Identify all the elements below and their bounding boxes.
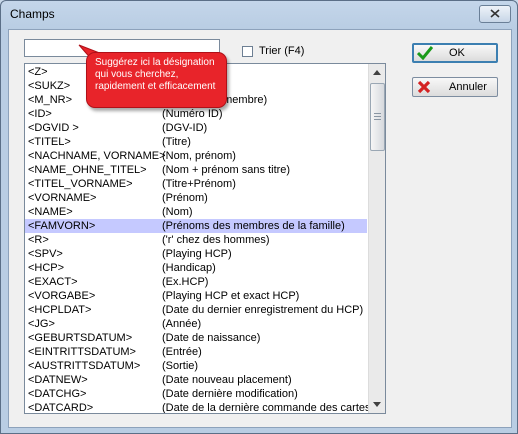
list-item[interactable]: <GEBURTSDATUM> (Date de naissance) [25,331,367,345]
field-code: <VORNAME> [28,192,97,204]
ok-button-label: OK [449,47,465,59]
field-description: (Prénom) [162,192,208,204]
field-code: <DGVID > [28,122,79,134]
field-code: <TITEL> [28,136,71,148]
hint-tooltip: Suggérez ici la désignation qui vous che… [86,52,227,108]
field-code: <SPV> [28,248,63,260]
field-code: <M_NR> [28,94,73,106]
field-description: (Sortie) [162,360,199,372]
list-item[interactable]: <EXACT> (Ex.HCP) [25,275,367,289]
title-bar[interactable]: Champs [1,1,517,27]
cancel-button-label: Annuler [449,81,487,93]
list-item[interactable]: <HCPLDAT> (Date du dernier enregistrement… [25,303,367,317]
cancel-button[interactable]: Annuler [412,77,498,97]
scroll-grip-line [374,113,381,114]
field-code: <SUKZ> [28,80,71,92]
list-item[interactable]: <VORNAME> (Prénom) [25,191,367,205]
list-item[interactable]: <R> ('r' chez des hommes) [25,233,367,247]
scroll-up-button[interactable] [369,64,385,81]
field-description: (Date nouveau placement) [162,374,292,386]
list-item[interactable]: <JG> (Année) [25,317,367,331]
sort-checkbox-label[interactable]: Trier (F4) [259,45,304,57]
list-item[interactable]: <NAME_OHNE_TITEL> (Nom + prénom sans titr… [25,163,367,177]
list-item[interactable]: <SPV> (Playing HCP) [25,247,367,261]
field-description: (Nom) [162,206,193,218]
green-check-icon [416,46,434,63]
close-button[interactable] [479,5,511,23]
list-item[interactable]: <TITEL> (Titre) [25,135,367,149]
field-description: (Handicap) [162,262,216,274]
list-item[interactable]: <TITEL_VORNAME> (Titre+Prénom) [25,177,367,191]
field-description: (Date dernière modification) [162,388,298,400]
field-description: (DGV-ID) [162,122,208,134]
field-description: (Numéro ID) [162,108,223,120]
field-code: <AUSTRITTSDATUM> [28,360,141,372]
field-description: (Date du dernier enregistrement du HCP) [162,304,364,316]
field-code: <JG> [28,318,55,330]
field-code: <DATNEW> [28,374,88,386]
dialog-body: Trier (F4) <Z>(Ligne)<SUKZ><M_NR>(Numéro… [8,29,512,428]
field-description: (Année) [162,318,202,330]
field-code: <ID> [28,108,52,120]
field-description: (Titre) [162,136,191,148]
scroll-grip-line [374,119,381,120]
list-item[interactable]: <DGVID > (DGV-ID) [25,121,367,135]
vertical-scrollbar[interactable] [368,64,385,413]
scroll-down-button[interactable] [369,396,385,413]
field-description: (Ex.HCP) [162,276,209,288]
field-description: (Titre+Prénom) [162,178,236,190]
field-code: <GEBURTSDATUM> [28,332,133,344]
list-item[interactable]: <AUSTRITTSDATUM> (Sortie) [25,359,367,373]
field-description: (Nom + prénom sans titre) [162,164,291,176]
field-code: <NAME_OHNE_TITEL> [28,164,147,176]
field-code: <NACHNAME, VORNAME> [28,150,166,162]
list-item[interactable]: <NAME> (Nom) [25,205,367,219]
field-code: <FAMVORN> [28,220,96,232]
arrow-up-icon [373,70,381,75]
close-icon [490,9,500,18]
field-description: (Date de naissance) [162,332,261,344]
field-code: <HCP> [28,262,65,274]
arrow-down-icon [373,402,381,407]
scroll-thumb[interactable] [370,83,385,151]
field-code: <TITEL_VORNAME> [28,178,133,190]
field-description: (Nom, prénom) [162,150,236,162]
field-code: <NAME> [28,206,73,218]
field-code: <DATCHG> [28,388,87,400]
list-item[interactable]: <VORGABE> (Playing HCP et exact HCP) [25,289,367,303]
champs-dialog: Champs Trier (F4) <Z>(Ligne)<SUKZ><M_NR>… [0,0,518,434]
ok-button[interactable]: OK [412,43,498,63]
field-description: (Entrée) [162,346,202,358]
sort-checkbox[interactable] [242,46,253,57]
field-description: ('r' chez des hommes) [162,234,270,246]
red-x-icon [417,80,431,97]
field-description: (Playing HCP et exact HCP) [162,290,300,302]
field-code: <EXACT> [28,276,78,288]
list-item[interactable]: <ID> (Numéro ID) [25,107,367,121]
list-item[interactable]: <HCP> (Handicap) [25,261,367,275]
field-code: <R> [28,234,49,246]
field-code: <DATCARD> [28,402,94,414]
list-item[interactable]: <FAMVORN> (Prénoms des membres de la fami… [25,219,367,233]
field-description: (Prénoms des membres de la famille) [162,220,345,232]
list-item[interactable]: <DATCHG> (Date dernière modification) [25,387,367,401]
list-item[interactable]: <EINTRITTSDATUM> (Entrée) [25,345,367,359]
window-title: Champs [10,7,55,21]
list-item[interactable]: <DATNEW> (Date nouveau placement) [25,373,367,387]
field-code: <VORGABE> [28,290,96,302]
scroll-grip-line [374,116,381,117]
field-code: <EINTRITTSDATUM> [28,346,136,358]
field-description: (Playing HCP) [162,248,232,260]
field-description: (Date de la dernière commande des cartes… [162,402,375,414]
field-list[interactable]: <Z>(Ligne)<SUKZ><M_NR>(Numéro de membre)… [24,63,386,414]
list-item[interactable]: <DATCARD> (Date de la dernière commande d… [25,401,374,414]
field-code: <HCPLDAT> [28,304,92,316]
list-item[interactable]: <NACHNAME, VORNAME> (Nom, prénom) [25,149,367,163]
field-code: <Z> [28,66,48,78]
